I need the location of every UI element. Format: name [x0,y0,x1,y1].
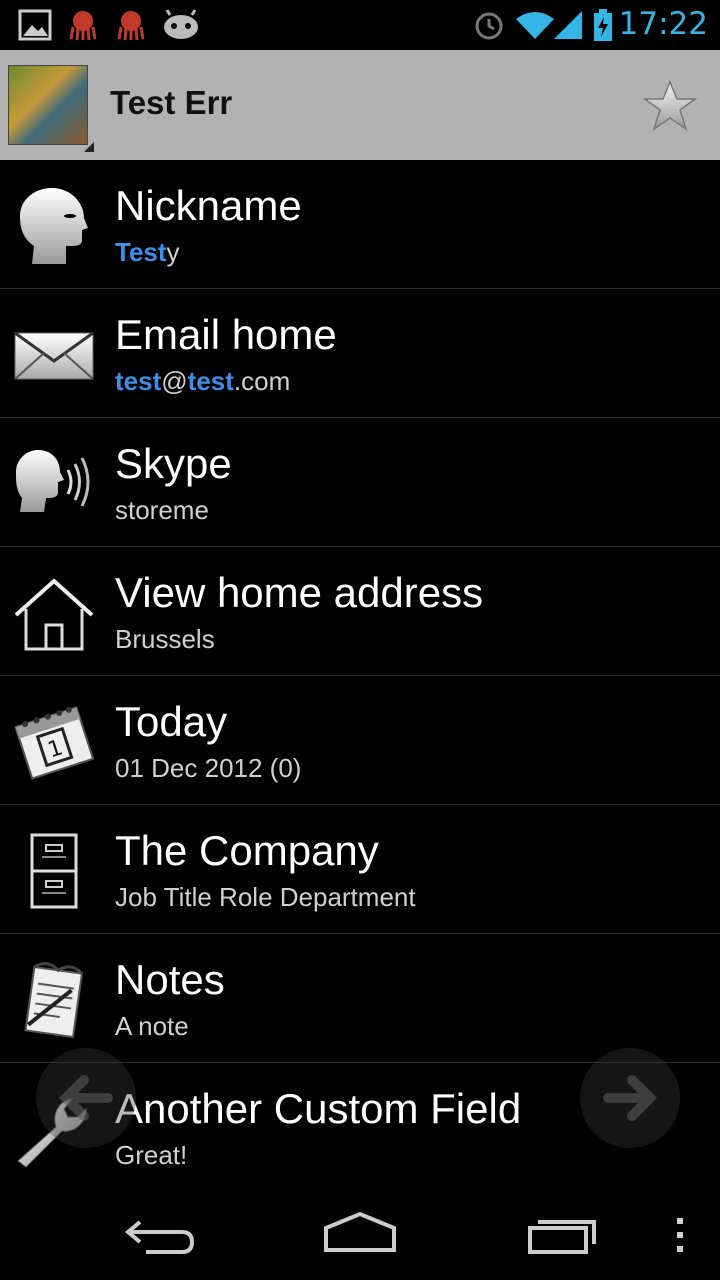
arrow-right-icon [603,1075,658,1121]
field-title: Today [115,698,228,745]
speaking-head-icon [16,450,90,512]
overflow-menu-icon[interactable] [670,1210,690,1260]
octopus-icon [117,11,145,41]
field-value-part: .com [233,366,291,396]
field-value-rest: y [166,237,180,267]
field-value: storeme [115,495,209,525]
field-row-nickname[interactable]: Nickname Testy [0,160,720,289]
octopus-icon [69,11,97,41]
field-title: Notes [115,956,225,1003]
calendar-icon: 1 [14,706,95,780]
status-clock: 17:22 [618,6,708,42]
alarm-icon [475,12,503,40]
field-title: Nickname [115,182,302,229]
signal-icon [554,11,582,39]
field-row-skype[interactable]: Skype storeme [0,418,720,547]
home-icon[interactable] [320,1210,400,1260]
match-highlight: Test [115,237,167,267]
field-title: Skype [115,440,232,487]
avatar-corner-indicator [84,142,94,152]
back-icon[interactable] [120,1210,200,1260]
field-title: View home address [115,569,484,616]
match-highlight: test [115,366,162,396]
house-icon [14,578,94,651]
field-value: Job Title Role Department [115,882,416,912]
system-nav-bar [0,1192,720,1280]
contact-avatar[interactable] [8,65,88,145]
contact-header: Test Err [0,50,720,160]
wifi-icon [516,12,554,39]
previous-contact-button[interactable] [36,1048,136,1148]
file-cabinet-icon [30,833,78,909]
field-value-part: @ [161,366,188,396]
recent-apps-icon[interactable] [524,1210,604,1260]
field-row-address[interactable]: View home address Brussels [0,547,720,676]
field-value: 01 Dec 2012 (0) [115,753,302,783]
field-value: A note [115,1011,189,1041]
field-row-today[interactable]: 1 Today 01 Dec 2012 (0) [0,676,720,805]
status-bar: 17:22 [0,0,720,50]
field-title: The Company [115,827,379,874]
field-title: Email home [115,311,337,358]
field-row-notes[interactable]: Notes A note [0,934,720,1063]
favorite-star-icon[interactable] [642,80,698,132]
contact-field-list: Nickname Testy Email home test@test.com … [0,160,720,1191]
field-value: Testy [115,237,180,268]
field-title: Another Custom Field [115,1085,522,1132]
match-highlight: test [187,366,234,396]
next-contact-button[interactable] [580,1048,680,1148]
head-icon [20,188,88,264]
field-value: test@test.com [115,366,290,397]
battery-charging-icon [594,9,612,41]
notepad-icon [24,962,84,1039]
field-row-company[interactable]: The Company Job Title Role Department [0,805,720,934]
field-row-email[interactable]: Email home test@test.com [0,289,720,418]
envelope-icon [14,331,94,380]
gallery-icon [18,9,52,41]
contact-name: Test Err [110,84,233,121]
field-value: Brussels [115,624,215,654]
android-icon [164,9,198,39]
arrow-left-icon [58,1075,113,1121]
